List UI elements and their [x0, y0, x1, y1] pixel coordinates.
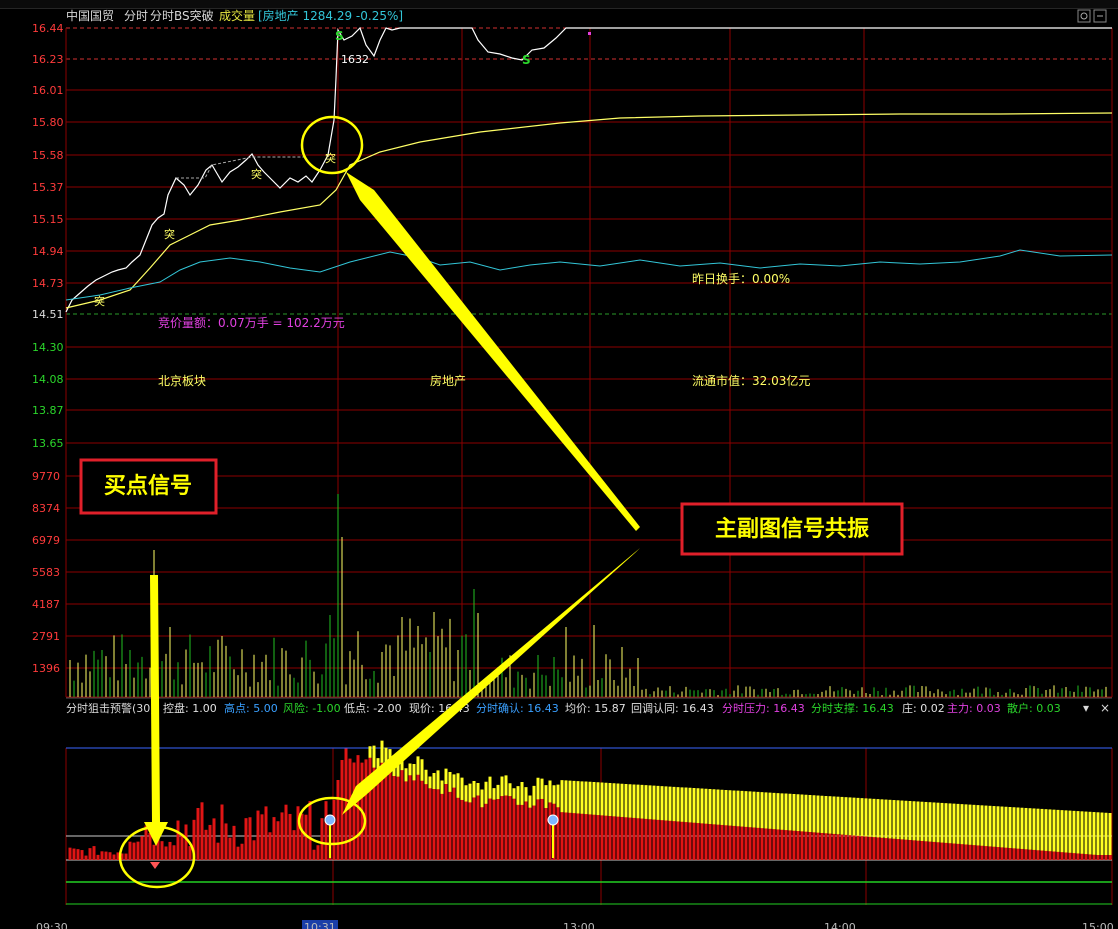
price-tick-label: 13.65: [32, 437, 64, 450]
volume-tick-label: 5583: [32, 566, 60, 579]
prev-turnover: 昨日换手：0.00%: [692, 272, 790, 286]
sector-info: [房地产 1284.29 -0.25%]: [258, 8, 403, 23]
diamond-signal-icon-1: [324, 814, 336, 826]
price-tick-label: 15.58: [32, 149, 64, 162]
zhuang-value: 庄: 0.02: [902, 701, 945, 715]
industry-block[interactable]: 房地产: [430, 373, 466, 388]
cursor-dot: [588, 32, 591, 35]
chart-canvas[interactable]: 中国国贸 分时 分时BS突破 成交量 [房地产 1284.29 -0.25%] …: [0, 0, 1118, 929]
arrow-to-main-signal: [346, 172, 640, 531]
s-signal-1: S: [335, 29, 344, 43]
price-tick-label: 16.01: [32, 84, 64, 97]
volume-tick-label: 4187: [32, 598, 60, 611]
tu-signal-3: 突: [251, 167, 262, 181]
volume-axis: 9770 8374 6979 5583 4187 2791 1396: [32, 470, 60, 675]
volume-tick-label: 2791: [32, 630, 60, 643]
volume-tick-label: 1396: [32, 662, 60, 675]
price-axis: 16.44 16.23 16.01 15.80 15.58 15.37 15.15 14.94…: [32, 22, 64, 450]
fengxian-value: 风险: -1.00: [283, 701, 341, 715]
price-tick-label: 15.15: [32, 213, 64, 226]
resonance-label: 主副图信号共振: [715, 516, 869, 542]
price-tick-label: 15.37: [32, 181, 64, 194]
close-icon[interactable]: ×: [1100, 701, 1110, 715]
tu-signal-4: 突: [325, 151, 336, 165]
price-lines: [65, 26, 1113, 313]
volume-bars: [69, 494, 1107, 697]
price-tick-label: 13.87: [32, 404, 64, 417]
price-tick-label: 14.30: [32, 341, 64, 354]
float-market-cap: 流通市值：32.03亿元: [692, 373, 810, 388]
volume-tick-label: 9770: [32, 470, 60, 483]
zhuli-value: 主力: 0.03: [947, 702, 1001, 715]
stock-name: 中国国贸: [66, 8, 114, 23]
average-price-line: [65, 112, 1113, 309]
fenshi-yali-value: 分时压力: 16.43: [722, 702, 805, 715]
indicator-name[interactable]: 分时BS突破: [150, 8, 214, 23]
volume-label: 成交量: [219, 8, 255, 23]
sub-indicator-bars: [68, 740, 1112, 860]
region-block[interactable]: 北京板块: [158, 374, 206, 388]
tu-signal-1: 突: [94, 294, 105, 308]
gem-buy-icon: [150, 862, 160, 869]
chart-header: 中国国贸 分时 分时BS突破 成交量 [房地产 1284.29 -0.25%]: [66, 8, 403, 23]
time-tick-label: 09:30: [36, 921, 68, 929]
huitiao-renting-value: 回调认同: 16.43: [631, 702, 714, 715]
collapse-icon[interactable]: ▾: [1083, 701, 1089, 715]
price-tick-label: 14.73: [32, 277, 64, 290]
fenshi-queren-value: 分时确认: 16.43: [476, 702, 559, 715]
sanhu-value: 散户: 0.03: [1007, 701, 1061, 715]
price-tick-label: 15.80: [32, 116, 64, 129]
sub-indicator-header: 分时狙击预警(30) 控盘: 1.00 高点: 5.00 风险: -1.00 低…: [66, 701, 1110, 715]
time-axis: 09:30 10:31 13:00 14:00 15:00: [36, 920, 1114, 929]
buy-signal-label: 买点信号: [104, 473, 192, 499]
price-tick-label: 16.44: [32, 22, 64, 35]
sub-indicator-name[interactable]: 分时狙击预警(30): [66, 701, 155, 715]
time-tick-label: 15:00: [1082, 921, 1114, 929]
diamond-signal-icon-2: [547, 814, 559, 826]
intraday-chart-window: 中国国贸 分时 分时BS突破 成交量 [房地产 1284.29 -0.25%] …: [0, 0, 1118, 929]
annotation-layer: 买点信号 主副图信号共振: [79, 115, 904, 889]
window-controls[interactable]: [1077, 9, 1107, 23]
price-tick-label: 14.08: [32, 373, 64, 386]
volume-tick-label: 8374: [32, 502, 60, 515]
s-signal-2: S: [522, 53, 531, 67]
price-tick-label: 16.23: [32, 53, 64, 66]
price-tick-label: 14.51: [32, 308, 64, 321]
sector-index-line: [65, 249, 1113, 301]
time-tick-label: 14:00: [824, 921, 856, 929]
high-price-marker: 1632: [341, 53, 369, 66]
time-tick-label: 10:31: [304, 921, 336, 929]
junjia-value: 均价: 15.87: [565, 702, 626, 715]
mode-intraday[interactable]: 分时: [124, 9, 148, 23]
kongpan-value: 控盘: 1.00: [163, 701, 217, 715]
breakout-level-line: [176, 156, 306, 179]
arrow-to-sub-signal: [342, 548, 640, 815]
didian-value: 低点: -2.00: [344, 702, 402, 715]
settings-icon[interactable]: [1077, 9, 1091, 23]
fenshi-zhicheng-value: 分时支撑: 16.43: [811, 701, 894, 715]
auction-volume: 竞价量额：0.07万手 = 102.2万元: [158, 316, 345, 330]
volume-tick-label: 6979: [32, 534, 60, 547]
price-tick-label: 14.94: [32, 245, 64, 258]
settings-icon-glyph: [1080, 12, 1088, 20]
tu-signal-2: 突: [164, 227, 175, 241]
time-tick-label: 13:00: [563, 921, 595, 929]
gaodian-value: 高点: 5.00: [224, 701, 278, 715]
price-line: [65, 26, 1112, 313]
